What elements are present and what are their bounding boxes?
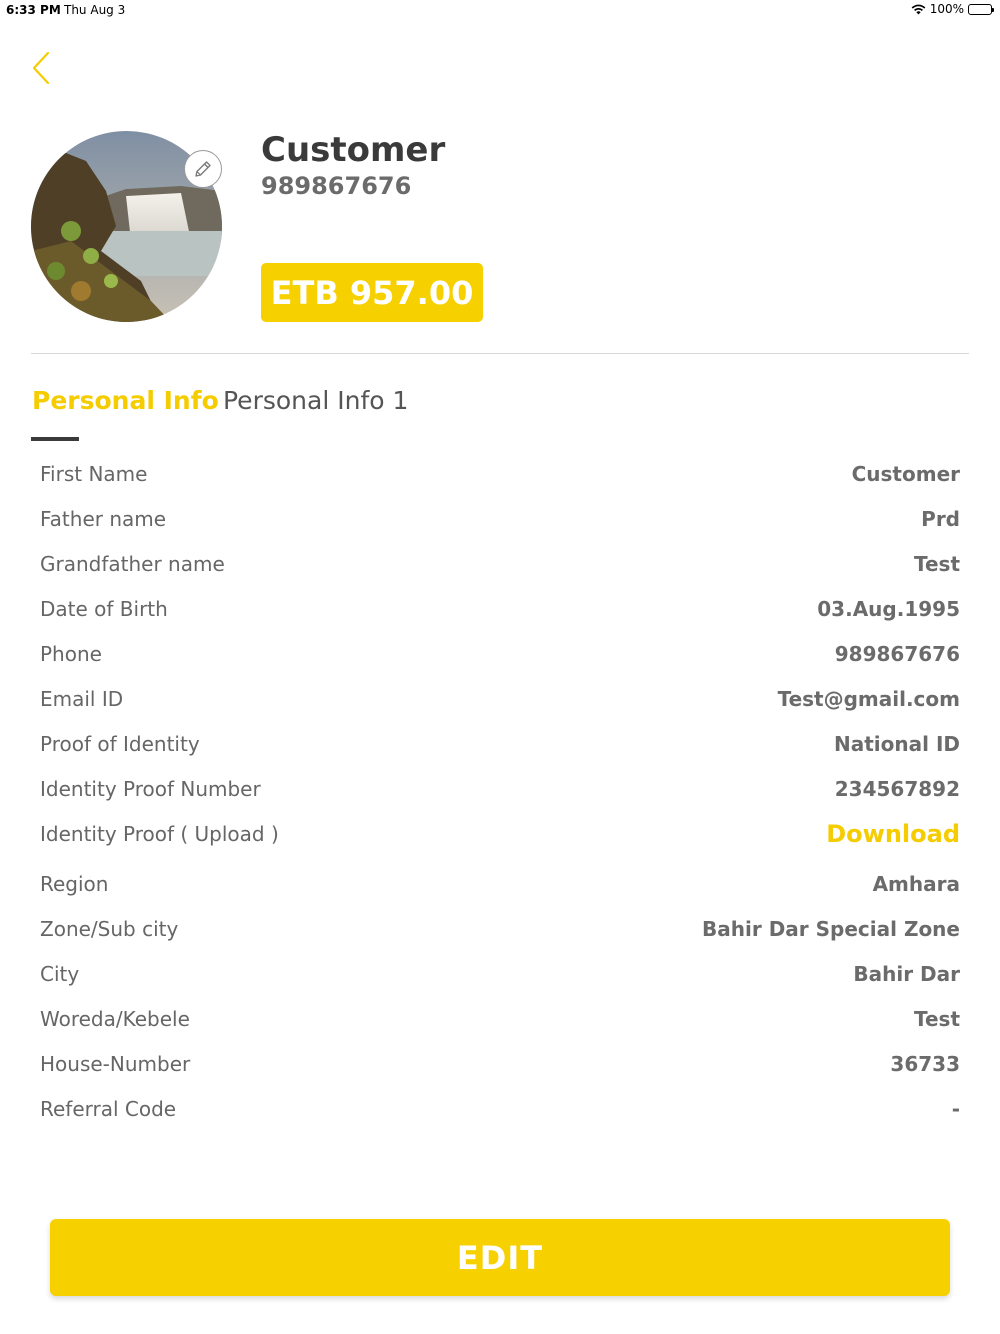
battery-icon xyxy=(968,3,994,15)
info-row-zone: Zone/Sub city Bahir Dar Special Zone xyxy=(40,906,960,951)
status-time: 6:33 PM xyxy=(6,3,61,17)
tab-indicator xyxy=(31,437,79,441)
chevron-left-icon xyxy=(32,51,50,85)
info-value: 989867676 xyxy=(834,641,960,666)
tab-personal-info-1[interactable]: Personal Info 1 xyxy=(223,386,408,415)
info-label: Zone/Sub city xyxy=(40,916,179,941)
info-label: Identity Proof ( Upload ) xyxy=(40,821,279,846)
info-row-email: Email ID Test@gmail.com xyxy=(40,676,960,721)
info-row-woreda: Woreda/Kebele Test xyxy=(40,996,960,1041)
info-value: Prd xyxy=(921,506,960,531)
status-date: Thu Aug 3 xyxy=(64,3,126,17)
info-row-phone: Phone 989867676 xyxy=(40,631,960,676)
info-row-first-name: First Name Customer xyxy=(40,451,960,496)
info-row-city: City Bahir Dar xyxy=(40,951,960,996)
info-row-identity-proof-upload: Identity Proof ( Upload ) Download xyxy=(40,811,960,856)
info-value: Test@gmail.com xyxy=(777,686,960,711)
info-value: 234567892 xyxy=(834,776,960,801)
info-label: First Name xyxy=(40,461,148,486)
info-label: Email ID xyxy=(40,686,124,711)
info-value: 36733 xyxy=(890,1051,960,1076)
info-row-date-of-birth: Date of Birth 03.Aug.1995 xyxy=(40,586,960,631)
balance-badge: ETB 957.00 xyxy=(261,263,483,322)
battery-percent: 100% xyxy=(929,2,964,16)
info-row-proof-of-identity: Proof of Identity National ID xyxy=(40,721,960,766)
info-row-grandfather-name: Grandfather name Test xyxy=(40,541,960,586)
info-value: Test xyxy=(913,551,960,576)
edit-photo-button[interactable] xyxy=(184,150,222,188)
status-right: 100% xyxy=(911,2,994,16)
wifi-icon xyxy=(911,4,926,14)
info-value: Bahir Dar Special Zone xyxy=(702,916,960,941)
tab-personal-info[interactable]: Personal Info xyxy=(32,386,219,415)
download-link[interactable]: Download xyxy=(826,820,960,848)
info-label: Proof of Identity xyxy=(40,731,200,756)
info-value: Amhara xyxy=(872,871,960,896)
info-value: 03.Aug.1995 xyxy=(817,596,960,621)
info-label: Date of Birth xyxy=(40,596,168,621)
info-label: Grandfather name xyxy=(40,551,225,576)
info-value: Customer xyxy=(851,461,960,486)
info-label: Identity Proof Number xyxy=(40,776,261,801)
info-row-father-name: Father name Prd xyxy=(40,496,960,541)
info-label: House-Number xyxy=(40,1051,191,1076)
info-label: Woreda/Kebele xyxy=(40,1006,190,1031)
info-value: National ID xyxy=(834,731,960,756)
info-value: Bahir Dar xyxy=(853,961,960,986)
info-value: Test xyxy=(913,1006,960,1031)
profile-name: Customer xyxy=(261,130,446,170)
info-label: Region xyxy=(40,871,109,896)
info-row-region: Region Amhara xyxy=(40,861,960,906)
info-label: Phone xyxy=(40,641,102,666)
pencil-icon xyxy=(195,161,211,177)
info-value: - xyxy=(951,1096,960,1121)
info-label: Father name xyxy=(40,506,167,531)
profile-phone: 989867676 xyxy=(261,172,412,200)
info-row-referral-code: Referral Code - xyxy=(40,1086,960,1131)
edit-button[interactable]: EDIT xyxy=(50,1219,950,1296)
back-button[interactable] xyxy=(26,48,60,88)
info-row-identity-proof-number: Identity Proof Number 234567892 xyxy=(40,766,960,811)
info-label: City xyxy=(40,961,80,986)
info-label: Referral Code xyxy=(40,1096,177,1121)
info-row-house-number: House-Number 36733 xyxy=(40,1041,960,1086)
divider xyxy=(31,353,969,354)
status-bar: 6:33 PM Thu Aug 3 100% xyxy=(0,0,1000,22)
